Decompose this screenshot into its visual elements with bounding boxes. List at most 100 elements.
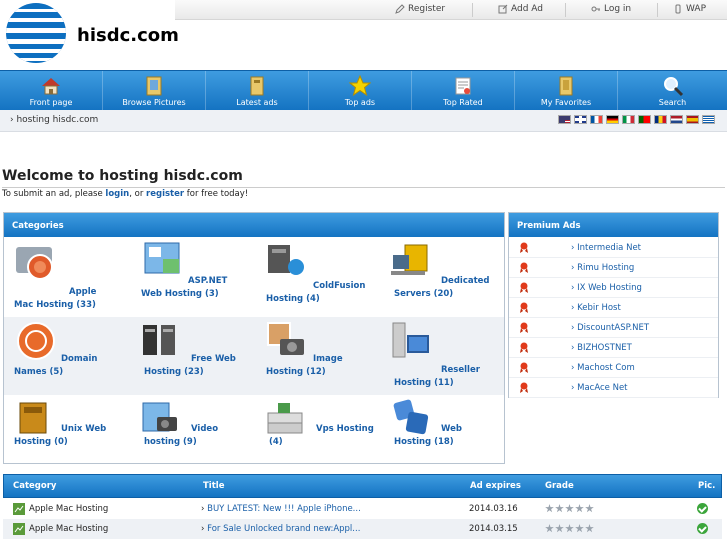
- nav-browse-pictures[interactable]: Browse Pictures: [103, 71, 206, 111]
- nav-label: Latest ads: [236, 98, 278, 107]
- premium-ad-item[interactable]: › Machost Com: [509, 358, 718, 378]
- welcome-text-part: To submit an ad, please: [2, 189, 106, 199]
- award-ribbon-icon: [520, 382, 528, 393]
- log-in-link[interactable]: Log in: [591, 4, 631, 14]
- column-header-grade[interactable]: Grade: [545, 481, 574, 491]
- star-rating-icon: [545, 524, 554, 533]
- nav-label: Top ads: [344, 98, 376, 107]
- grade-stars: [545, 504, 594, 513]
- premium-ad-item[interactable]: › Rimu Hosting: [509, 258, 718, 278]
- nav-my-favorites[interactable]: My Favorites: [515, 71, 618, 111]
- site-title[interactable]: hisdc.com: [77, 25, 179, 46]
- category-dedicated-servers[interactable]: Dedicated Servers (20): [379, 237, 504, 317]
- premium-ad-link: › MacAce Net: [571, 383, 628, 393]
- nav-label: Front page: [29, 98, 73, 107]
- premium-ad-item[interactable]: › IX Web Hosting: [509, 278, 718, 298]
- category-image-hosting[interactable]: Image Hosting (12): [254, 317, 379, 395]
- premium-ad-item[interactable]: › BIZHOSTNET: [509, 338, 718, 358]
- grade-stars: [545, 524, 594, 533]
- folder-icon: [250, 76, 264, 96]
- star-rating-icon: [555, 504, 564, 513]
- globe-logo-icon[interactable]: [4, 1, 68, 65]
- premium-ad-link: › Machost Com: [571, 363, 635, 373]
- premium-ad-item[interactable]: › Kebir Host: [509, 298, 718, 318]
- category-free-web-hosting[interactable]: Free Web Hosting (23): [129, 317, 254, 395]
- ad-title-link[interactable]: For Sale Unlocked brand new:Appl...: [207, 524, 360, 534]
- category-aspnet-web-hosting[interactable]: ASP.NET Web Hosting (3): [129, 237, 254, 317]
- category-unix-web-hosting[interactable]: Unix Web Hosting (0): [4, 395, 129, 463]
- category-row: Domain Names (5) Free Web Hosting (23) Ima…: [4, 317, 504, 395]
- categories-grid: Apple Mac Hosting (33) ASP.NET Web Hosting…: [4, 237, 504, 463]
- nav-label: Search: [658, 98, 687, 107]
- divider: [2, 187, 725, 188]
- flag-it-icon[interactable]: [622, 115, 635, 124]
- flag-pt-icon[interactable]: [638, 115, 651, 124]
- premium-ad-link: › Kebir Host: [571, 303, 621, 313]
- category-label: Apple Mac Hosting (33): [14, 287, 97, 310]
- nav-top-rated[interactable]: Top Rated: [412, 71, 515, 111]
- row-category: Apple Mac Hosting: [29, 524, 109, 534]
- register-link-inline[interactable]: register: [146, 189, 184, 199]
- category-label: Image Hosting (12): [266, 354, 343, 377]
- category-label: ColdFusion Hosting (4): [266, 281, 366, 304]
- phone-icon: [675, 4, 681, 14]
- page-title: Welcome to hosting hisdc.com: [2, 168, 243, 184]
- separator: [565, 3, 566, 17]
- wap-link[interactable]: WAP: [673, 4, 706, 14]
- award-ribbon-icon: [520, 302, 528, 313]
- rating-icon: [455, 77, 471, 95]
- category-reseller-hosting[interactable]: Reseller Hosting (11): [379, 317, 504, 395]
- column-header-category[interactable]: Category: [13, 481, 56, 491]
- flag-ro-icon[interactable]: [654, 115, 667, 124]
- nav-front-page[interactable]: Front page: [0, 71, 103, 111]
- premium-ad-link: › BIZHOSTNET: [571, 343, 632, 353]
- category-domain-names[interactable]: Domain Names (5): [4, 317, 129, 395]
- flag-nl-icon[interactable]: [670, 115, 683, 124]
- award-ribbon-icon: [520, 282, 528, 293]
- flag-fr-icon[interactable]: [590, 115, 603, 124]
- table-row[interactable]: Apple Mac Hosting › For Sale Unlocked br…: [3, 519, 722, 539]
- category-web-hosting[interactable]: Web Hosting (18): [379, 395, 504, 463]
- ad-title-link[interactable]: BUY LATEST: New !!! Apple iPhone...: [207, 504, 361, 514]
- table-row[interactable]: Apple Mac Hosting › BUY LATEST: New !!! …: [3, 499, 722, 519]
- category-thumb-icon: [13, 523, 25, 535]
- star-rating-icon: [585, 524, 594, 533]
- premium-ad-item[interactable]: › MacAce Net: [509, 378, 718, 398]
- flag-es-icon[interactable]: [686, 115, 699, 124]
- login-link[interactable]: login: [105, 189, 129, 199]
- column-header-title[interactable]: Title: [203, 481, 224, 491]
- nav-search[interactable]: Search: [618, 71, 727, 111]
- star-rating-icon: [565, 504, 574, 513]
- category-coldfusion-hosting[interactable]: ColdFusion Hosting (4): [254, 237, 379, 317]
- premium-ad-item[interactable]: › DiscountASP.NET: [509, 318, 718, 338]
- premium-ads-heading: Premium Ads: [509, 213, 718, 237]
- category-apple-mac-hosting[interactable]: Apple Mac Hosting (33): [4, 237, 129, 317]
- breadcrumb[interactable]: › hosting hisdc.com: [10, 115, 98, 125]
- award-ribbon-icon: [520, 342, 528, 353]
- flag-uk-icon[interactable]: [574, 115, 587, 124]
- ads-table-header: Category Title Ad expires Grade Pic.: [3, 474, 722, 498]
- nav-top-ads[interactable]: Top ads: [309, 71, 412, 111]
- nav-label: Top Rated: [443, 98, 483, 107]
- favorites-icon: [559, 76, 573, 96]
- premium-ad-item[interactable]: › Intermedia Net: [509, 238, 718, 258]
- category-vps-hosting[interactable]: Vps Hosting (4): [254, 395, 379, 463]
- category-label: Free Web Hosting (23): [144, 354, 236, 377]
- add-ad-link[interactable]: Add Ad: [498, 4, 543, 14]
- category-label: Dedicated Servers (20): [394, 276, 490, 299]
- flag-de-icon[interactable]: [606, 115, 619, 124]
- premium-ad-link: › IX Web Hosting: [571, 283, 642, 293]
- flag-us-icon[interactable]: [558, 115, 571, 124]
- column-header-pic[interactable]: Pic.: [698, 481, 715, 491]
- category-video-hosting[interactable]: Video hosting (9): [129, 395, 254, 463]
- category-label: ASP.NET Web Hosting (3): [141, 276, 228, 299]
- flag-gr-icon[interactable]: [702, 115, 715, 124]
- column-header-ad-expires[interactable]: Ad expires: [470, 481, 521, 491]
- register-link[interactable]: Register: [395, 4, 445, 14]
- breadcrumb-label: hosting hisdc.com: [16, 115, 99, 125]
- nav-latest-ads[interactable]: Latest ads: [206, 71, 309, 111]
- top-links-bar: Register Add Ad Log in WAP: [175, 0, 727, 20]
- category-thumb-icon: [13, 503, 25, 515]
- register-link-label: Register: [408, 4, 446, 14]
- house-icon: [42, 78, 60, 95]
